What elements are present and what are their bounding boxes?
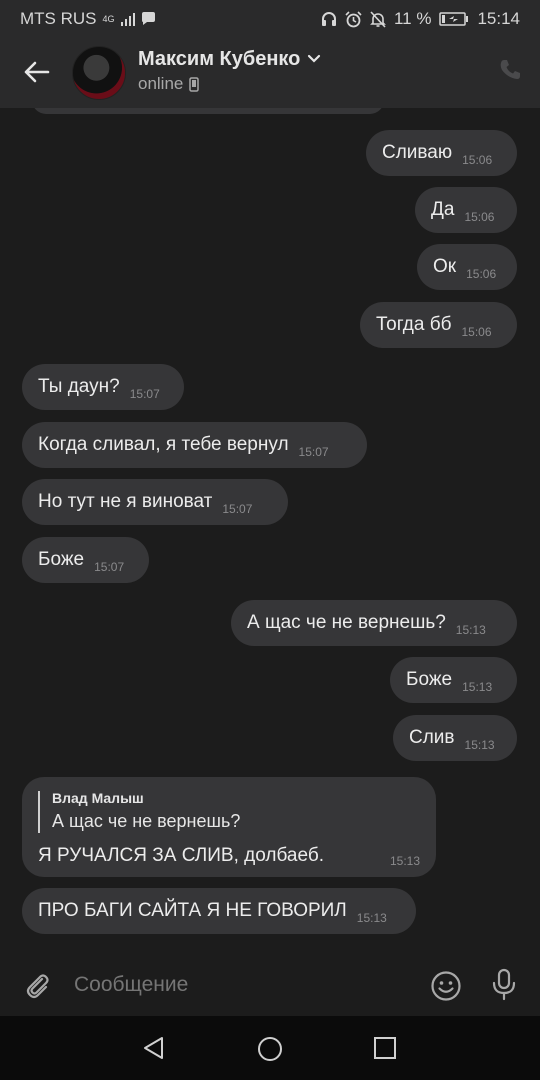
message-text: Но тут не я виноват — [38, 491, 213, 512]
system-navigation-bar — [0, 1016, 540, 1080]
online-status: online — [138, 74, 200, 94]
microphone-icon[interactable] — [490, 968, 518, 1002]
message-time: 15:13 — [389, 854, 420, 868]
message-time: 15:07 — [129, 387, 160, 401]
mobile-device-icon — [189, 76, 200, 92]
message-outgoing[interactable]: А щас че не вернешь? 15:13 — [231, 600, 517, 646]
message-outgoing[interactable]: Слив 15:13 — [393, 715, 517, 761]
message-text: Боже — [38, 549, 85, 570]
quote-text[interactable]: А щас че не вернешь? — [52, 811, 240, 832]
message-text: Боже — [406, 669, 453, 690]
message-text: А щас че не вернешь? — [247, 612, 446, 633]
message-incoming[interactable]: Когда сливал, я тебе вернул 15:07 — [22, 422, 367, 468]
message-outgoing[interactable]: Ок 15:06 — [417, 244, 517, 290]
message-text: Да — [431, 199, 455, 220]
quote-author[interactable]: Влад Малыш — [52, 790, 144, 806]
message-composer — [0, 954, 540, 1016]
message-bubble[interactable] — [32, 108, 384, 114]
message-incoming[interactable]: ПРО БАГИ САЙТА Я НЕ ГОВОРИЛ 15:13 — [22, 888, 416, 934]
alarm-icon — [345, 10, 362, 27]
message-outgoing[interactable]: Да 15:06 — [415, 187, 517, 233]
message-text: Я РУЧАЛСЯ ЗА СЛИВ, долбаеб. — [38, 845, 324, 866]
message-text: Когда сливал, я тебе вернул — [38, 434, 289, 455]
status-bar: MTS RUS 4G 11 % 15:14 — [0, 0, 540, 36]
quote-bar — [38, 791, 40, 833]
message-list[interactable]: Сливаю 15:06 Да 15:06 Ок 15:06 Тогда бб 15:0… — [0, 108, 540, 954]
message-incoming[interactable]: Боже 15:07 — [22, 537, 149, 583]
message-incoming[interactable]: Ты даун? 15:07 — [22, 364, 184, 410]
battery-charging-icon — [439, 12, 469, 26]
message-time: 15:06 — [466, 267, 497, 281]
message-time: 15:13 — [462, 680, 493, 694]
online-status-label: online — [138, 74, 184, 93]
back-arrow-icon[interactable] — [20, 56, 52, 88]
battery-percent: 11 % — [393, 9, 432, 28]
message-time: 15:07 — [222, 502, 253, 516]
message-time: 15:07 — [298, 445, 329, 459]
message-text: Сливаю — [382, 142, 453, 163]
chevron-down-icon[interactable] — [307, 54, 321, 64]
paperclip-icon[interactable] — [22, 970, 52, 1000]
headphones-icon — [321, 12, 336, 26]
message-time: 15:07 — [94, 560, 125, 574]
message-outgoing[interactable]: Сливаю 15:06 — [366, 130, 517, 176]
reply-message[interactable]: Влад Малыш А щас че не вернешь? Я РУЧАЛС… — [22, 777, 436, 877]
message-incoming[interactable]: Но тут не я виноват 15:07 — [22, 479, 288, 525]
nav-back-icon[interactable] — [142, 1036, 166, 1060]
nav-home-icon[interactable] — [257, 1036, 283, 1062]
message-text: Слив — [409, 727, 455, 748]
message-text: Ты даун? — [38, 376, 120, 397]
emoji-icon[interactable] — [430, 970, 462, 1002]
message-input[interactable] — [72, 972, 406, 998]
message-text: ПРО БАГИ САЙТА Я НЕ ГОВОРИЛ — [38, 900, 347, 921]
clock: 15:14 — [477, 9, 520, 28]
message-notification-icon — [141, 12, 155, 25]
nav-recents-icon[interactable] — [373, 1036, 397, 1060]
message-time: 15:13 — [455, 623, 486, 637]
message-text: Ок — [433, 256, 457, 277]
message-outgoing[interactable]: Боже 15:13 — [390, 657, 517, 703]
chat-header: Максим Кубенко online — [0, 36, 540, 108]
avatar[interactable] — [72, 46, 126, 100]
network-type-label: 4G — [102, 13, 115, 24]
muted-bell-icon — [370, 10, 386, 28]
message-time: 15:06 — [461, 325, 492, 339]
message-time: 15:06 — [464, 210, 495, 224]
call-icon[interactable] — [498, 58, 522, 82]
carrier-label: MTS RUS — [20, 9, 97, 28]
message-time: 15:13 — [356, 911, 387, 925]
message-text: Тогда бб — [376, 314, 452, 335]
message-time: 15:06 — [462, 153, 493, 167]
message-outgoing[interactable]: Тогда бб 15:06 — [360, 302, 517, 348]
signal-icon — [120, 13, 135, 26]
message-time: 15:13 — [464, 738, 495, 752]
contact-name[interactable]: Максим Кубенко — [138, 48, 300, 71]
